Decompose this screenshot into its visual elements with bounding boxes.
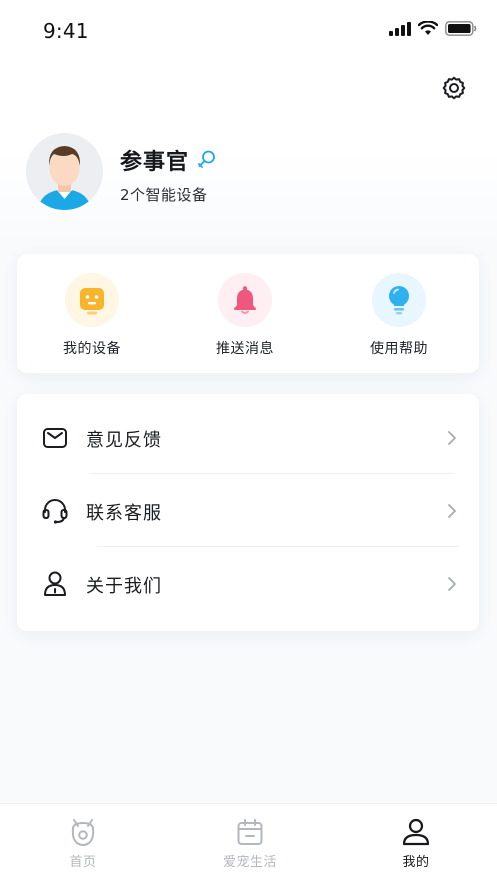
- menu-item-icon: [41, 497, 69, 525]
- quick-action-icon-bg: [372, 273, 426, 327]
- tab-icon: [400, 816, 432, 848]
- tab-pet-life[interactable]: 爱宠生活: [190, 804, 310, 883]
- quick-action-help[interactable]: 使用帮助: [344, 254, 454, 373]
- menu-item-customer-service[interactable]: 联系客服: [17, 475, 479, 547]
- tab-bar: 首页 爱宠生活 我的: [0, 803, 497, 883]
- menu-item-label: 意见反馈: [86, 430, 162, 451]
- robot-icon: [80, 288, 104, 315]
- settings-button[interactable]: [439, 73, 469, 103]
- tab-label: 爱宠生活: [222, 855, 277, 870]
- mail-icon: [43, 428, 67, 448]
- quick-action-icon-bg: [65, 273, 119, 327]
- menu-divider: [97, 546, 459, 547]
- quick-actions-card: 我的设备 推送消息 使用帮助: [17, 254, 479, 373]
- tab-label: 我的: [402, 855, 430, 870]
- calendar-icon: [237, 819, 263, 845]
- status-icons: [389, 21, 477, 36]
- avatar-image: [26, 133, 103, 210]
- tab-icon: [234, 816, 266, 848]
- tab-icon: [67, 816, 99, 848]
- wifi-icon: [418, 21, 438, 35]
- status-time: 9:41: [43, 19, 89, 43]
- tab-home[interactable]: 首页: [23, 804, 143, 883]
- edit-profile-button[interactable]: [197, 149, 217, 169]
- quick-action-label: 推送消息: [216, 341, 274, 357]
- quick-action-push-messages[interactable]: 推送消息: [190, 254, 300, 373]
- menu-item-about-us[interactable]: 关于我们: [17, 548, 479, 620]
- edit-pin-icon: [198, 150, 215, 168]
- headset-icon: [42, 499, 68, 524]
- gear-icon: [442, 76, 466, 100]
- quick-action-label: 使用帮助: [370, 341, 428, 357]
- menu-item-feedback[interactable]: 意见反馈: [17, 402, 479, 474]
- user-name: 参事官: [120, 150, 190, 175]
- chevron-right-icon: [448, 431, 456, 445]
- person-info-icon: [44, 571, 66, 596]
- status-bar: 9:41: [0, 0, 497, 62]
- quick-action-label: 我的设备: [63, 341, 121, 357]
- menu-card: 意见反馈 联系客服 关于我们: [17, 394, 479, 631]
- cellular-signal-icon: [389, 21, 411, 36]
- menu-item-icon: [41, 424, 69, 452]
- tab-mine[interactable]: 我的: [356, 804, 476, 883]
- user-icon: [402, 818, 430, 846]
- pet-face-icon: [71, 819, 95, 846]
- device-count: 2个智能设备: [120, 186, 208, 204]
- quick-action-my-devices[interactable]: 我的设备: [37, 254, 147, 373]
- menu-divider: [89, 473, 455, 474]
- quick-action-icon-bg: [218, 273, 272, 327]
- avatar[interactable]: [26, 133, 103, 210]
- menu-item-icon: [41, 570, 69, 598]
- menu-item-label: 联系客服: [86, 503, 162, 524]
- tab-label: 首页: [69, 855, 97, 870]
- battery-icon: [445, 21, 477, 36]
- menu-item-label: 关于我们: [86, 576, 162, 597]
- chevron-right-icon: [448, 577, 456, 591]
- chevron-right-icon: [448, 504, 456, 518]
- lightbulb-icon: [389, 286, 409, 315]
- bell-icon: [234, 286, 256, 314]
